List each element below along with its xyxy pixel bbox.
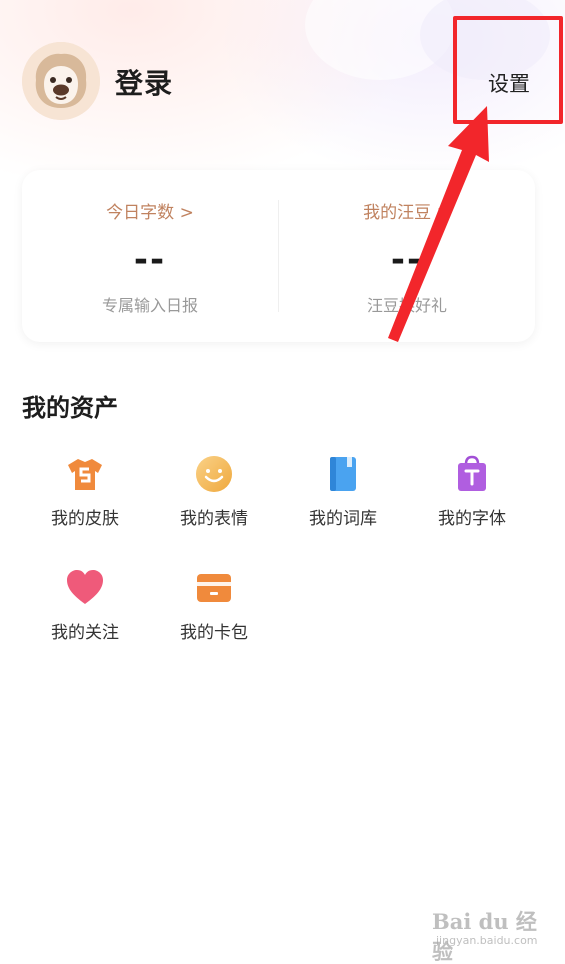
heart-icon bbox=[67, 570, 103, 604]
asset-my-skin[interactable]: 我的皮肤 bbox=[20, 454, 150, 544]
annotation-highlight-box bbox=[453, 16, 563, 124]
asset-label: 我的词库 bbox=[309, 509, 377, 529]
book-icon bbox=[330, 457, 356, 491]
skin-shirt-icon bbox=[68, 459, 102, 490]
avatar[interactable] bbox=[22, 42, 100, 120]
asset-my-font[interactable]: 我的字体 bbox=[407, 454, 537, 544]
asset-label: 我的表情 bbox=[180, 509, 248, 529]
asset-label: 我的卡包 bbox=[180, 623, 248, 643]
watermark: Bai du 经验 jingyan.baidu.com bbox=[432, 900, 552, 964]
asset-my-card-wallet[interactable]: 我的卡包 bbox=[149, 568, 279, 658]
assets-section-title: 我的资产 bbox=[22, 394, 118, 422]
stat-subtitle: 汪豆换好礼 bbox=[366, 296, 447, 315]
stat-value: -- bbox=[390, 240, 424, 280]
watermark-url: jingyan.baidu.com bbox=[436, 934, 538, 947]
profile-page: 登录 设置 今日字数 > -- 专属输入日报 我的汪豆 > -- 汪豆换好礼 我… bbox=[0, 0, 565, 964]
asset-my-emoji[interactable]: 我的表情 bbox=[149, 454, 279, 544]
stat-title: 我的汪豆 > bbox=[363, 203, 451, 223]
card-wallet-icon bbox=[197, 574, 231, 602]
asset-label: 我的字体 bbox=[438, 509, 506, 529]
asset-my-dictionary[interactable]: 我的词库 bbox=[278, 454, 408, 544]
asset-label: 我的皮肤 bbox=[51, 509, 119, 529]
dog-avatar-icon bbox=[22, 42, 100, 120]
stat-subtitle: 专属输入日报 bbox=[101, 296, 198, 315]
smiley-icon bbox=[196, 456, 232, 492]
asset-label: 我的关注 bbox=[51, 623, 119, 643]
stat-title: 今日字数 > bbox=[106, 203, 194, 223]
stat-today-words[interactable]: 今日字数 > -- 专属输入日报 bbox=[22, 170, 278, 342]
stat-my-beans[interactable]: 我的汪豆 > -- 汪豆换好礼 bbox=[279, 170, 535, 342]
stat-value: -- bbox=[133, 240, 167, 280]
login-button[interactable]: 登录 bbox=[115, 62, 173, 102]
font-bag-icon bbox=[458, 455, 486, 491]
stats-card: 今日字数 > -- 专属输入日报 我的汪豆 > -- 汪豆换好礼 bbox=[22, 170, 535, 342]
asset-my-follow[interactable]: 我的关注 bbox=[20, 568, 150, 658]
